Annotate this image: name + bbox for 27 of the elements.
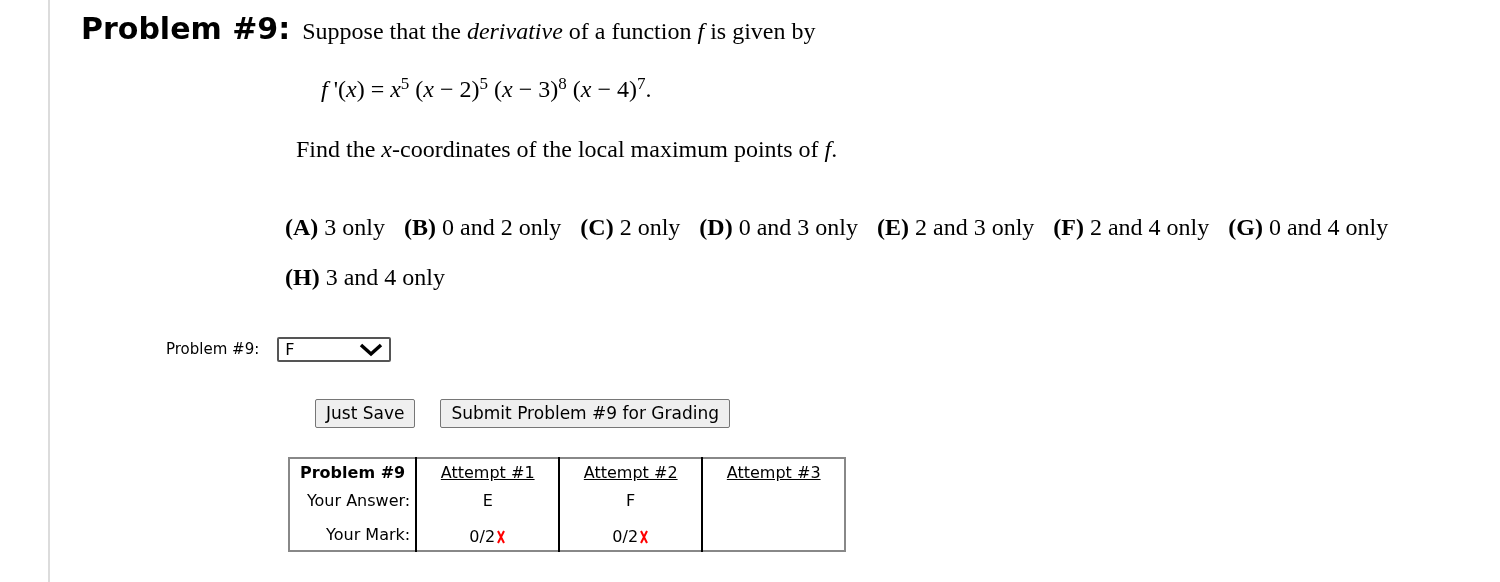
chevron-down-icon xyxy=(359,342,384,357)
row-label: Your Mark: xyxy=(289,517,417,551)
save-button[interactable]: Just Save xyxy=(315,399,416,428)
answer-label: Problem #9: xyxy=(166,339,260,361)
problem-heading: Problem #9: xyxy=(81,10,291,48)
score-value: 0/2 xyxy=(612,525,639,548)
table-header: Problem #9 xyxy=(289,458,417,485)
answer-choice: (D) 0 and 3 only xyxy=(699,213,858,242)
answer-choice: (B) 0 and 2 only xyxy=(404,213,562,242)
answer-dropdown[interactable]: F xyxy=(277,337,392,362)
answer-choice: (E) 2 and 3 only xyxy=(877,213,1035,242)
answer-choice: (H) 3 and 4 only xyxy=(285,263,445,292)
answer-choice: (F) 2 and 4 only xyxy=(1053,213,1210,242)
answer-choice: (G) 0 and 4 only xyxy=(1228,213,1389,242)
attempt-link[interactable]: Attempt #2 xyxy=(583,463,678,482)
answer-value: E xyxy=(482,491,493,510)
attempt-link[interactable]: Attempt #1 xyxy=(440,463,535,482)
score-value: 0/2 xyxy=(469,525,496,548)
problem-statement: Suppose that the derivative of a function f is given by xyxy=(302,17,816,46)
answer-choice: (C) 2 only xyxy=(580,213,681,242)
question-text: Find the x-coordinates of the local maximum points of f. xyxy=(296,136,838,162)
answer-choice: (A) 3 only xyxy=(285,213,385,242)
answer-value: F xyxy=(626,491,636,510)
submit-button[interactable]: Submit Problem #9 for Grading xyxy=(440,399,730,428)
row-label: Your Answer: xyxy=(289,485,417,517)
attempt-link[interactable]: Attempt #3 xyxy=(726,463,821,482)
equation: f '(x) = x$^{5}$ (x − 2)$^{5}$ (x − 3)$^{8}$ (x − 4)$^{7}$. xyxy=(321,76,652,102)
